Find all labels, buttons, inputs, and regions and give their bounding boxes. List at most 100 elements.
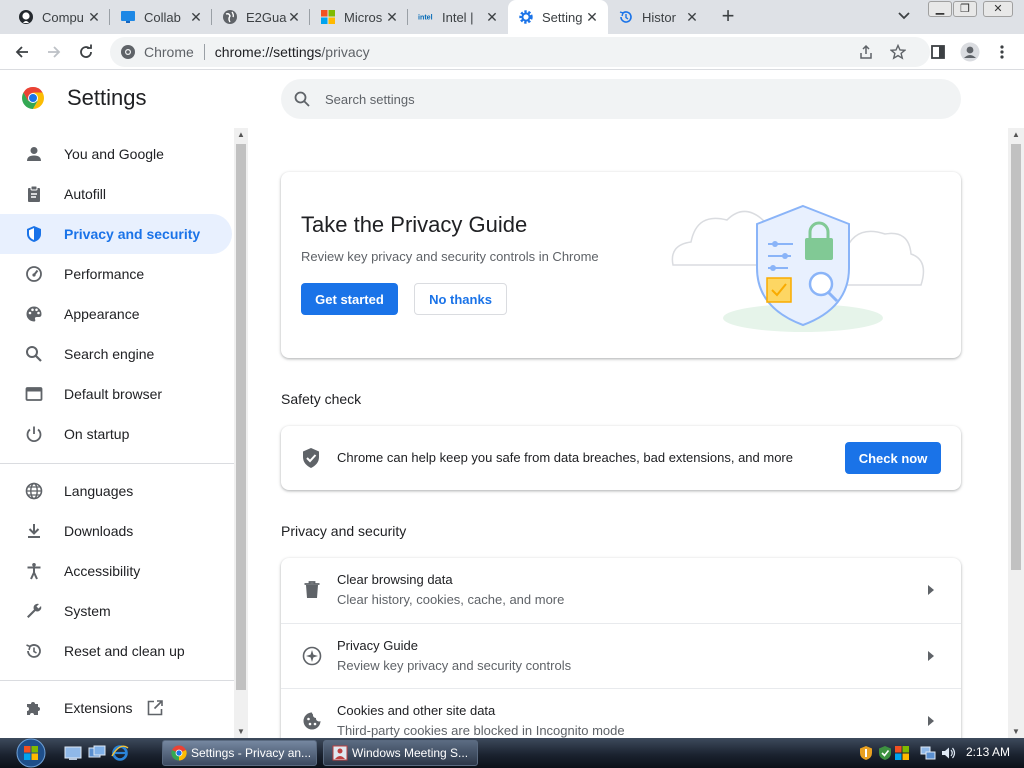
search-input[interactable] xyxy=(325,91,925,107)
taskbar-chrome-button[interactable]: Settings - Privacy an... xyxy=(162,740,317,766)
side-panel-icon xyxy=(931,45,945,59)
menu-button[interactable] xyxy=(990,40,1014,64)
sidebar-item-label: On startup xyxy=(64,426,130,442)
url-text: chrome://settings/privacy xyxy=(215,44,370,60)
settings-search[interactable] xyxy=(281,79,961,119)
privacy-section-heading: Privacy and security xyxy=(281,523,407,539)
volume-tray-icon[interactable] xyxy=(940,745,956,761)
close-tab-icon[interactable]: ✕ xyxy=(286,9,302,25)
start-button[interactable] xyxy=(10,738,52,768)
switch-windows-icon[interactable] xyxy=(88,744,106,762)
scroll-up-icon[interactable]: ▲ xyxy=(1012,130,1020,139)
tab-history[interactable]: Histor ✕ xyxy=(608,0,708,34)
sidebar-item-system[interactable]: System xyxy=(0,591,232,631)
close-tab-icon[interactable]: ✕ xyxy=(484,9,500,25)
tab-title: Setting xyxy=(542,9,583,25)
scrollbar-thumb[interactable] xyxy=(1011,144,1021,570)
tab-title: Collab xyxy=(144,9,181,25)
sidebar-item-extensions[interactable]: Extensions xyxy=(0,688,232,728)
bookmark-button[interactable] xyxy=(886,40,910,64)
sidebar-item-search-engine[interactable]: Search engine xyxy=(0,334,232,374)
close-tab-icon[interactable]: ✕ xyxy=(584,9,600,25)
sidebar-item-languages[interactable]: Languages xyxy=(0,471,232,511)
tab-microsoft[interactable]: Micros ✕ xyxy=(310,0,408,34)
arrow-right-icon xyxy=(925,648,937,664)
sidebar-item-you-and-google[interactable]: You and Google xyxy=(0,134,232,174)
close-tab-icon[interactable]: ✕ xyxy=(86,9,102,25)
main-scrollbar[interactable]: ▲ ▼ xyxy=(1008,128,1024,738)
tab-collab[interactable]: Collab ✕ xyxy=(110,0,212,34)
new-tab-button[interactable]: + xyxy=(716,5,740,29)
get-started-button[interactable]: Get started xyxy=(301,283,398,315)
no-thanks-button[interactable]: No thanks xyxy=(414,283,507,315)
tab-e2guardian[interactable]: E2Gua ✕ xyxy=(212,0,310,34)
privacy-guide-illustration xyxy=(671,204,925,332)
privacy-guide-row[interactable]: Privacy Guide Review key privacy and sec… xyxy=(281,623,961,688)
maximize-button[interactable]: ❐ xyxy=(953,1,977,17)
sidebar-item-appearance[interactable]: Appearance xyxy=(0,294,232,334)
more-vert-icon xyxy=(1000,45,1004,59)
site-info[interactable]: Chrome xyxy=(120,44,194,60)
share-button[interactable] xyxy=(854,40,878,64)
internet-explorer-icon[interactable] xyxy=(111,744,129,762)
sidebar-item-label: Languages xyxy=(64,483,134,499)
open-in-new-icon xyxy=(146,699,164,717)
close-window-button[interactable]: ✕ xyxy=(983,1,1013,17)
shield-icon xyxy=(24,224,44,244)
scroll-down-icon[interactable]: ▼ xyxy=(1012,727,1020,736)
close-tab-icon[interactable]: ✕ xyxy=(684,9,700,25)
tab-github[interactable]: Compu ✕ xyxy=(8,0,110,34)
back-button[interactable] xyxy=(10,40,34,64)
reload-button[interactable] xyxy=(74,40,98,64)
privacy-guide-description: Review key privacy and security controls… xyxy=(301,249,599,264)
side-panel-button[interactable] xyxy=(926,40,950,64)
network-tray-icon[interactable] xyxy=(920,745,936,761)
close-tab-icon[interactable]: ✕ xyxy=(384,9,400,25)
privacy-guide-card: Take the Privacy Guide Review key privac… xyxy=(281,172,961,358)
sidebar-item-downloads[interactable]: Downloads xyxy=(0,511,232,551)
tab-title: Histor xyxy=(642,9,676,25)
minimize-button[interactable]: ▁ xyxy=(928,1,952,17)
safety-check-heading: Safety check xyxy=(281,391,362,407)
scrollbar-thumb[interactable] xyxy=(236,144,246,690)
sidebar-item-performance[interactable]: Performance xyxy=(0,254,232,294)
tab-intel[interactable]: intel Intel | ✕ xyxy=(408,0,508,34)
sidebar-item-reset-and-clean-up[interactable]: Reset and clean up xyxy=(0,631,232,671)
taskbar-clock[interactable]: 2:13 AM xyxy=(966,745,1010,759)
sidebar-item-accessibility[interactable]: Accessibility xyxy=(0,551,232,591)
close-tab-icon[interactable]: ✕ xyxy=(188,9,204,25)
sidebar-item-privacy-and-security[interactable]: Privacy and security xyxy=(0,214,232,254)
tab-settings[interactable]: Setting ✕ xyxy=(508,0,608,34)
security-shield-tray-icon[interactable] xyxy=(858,745,874,761)
forward-button[interactable] xyxy=(42,40,66,64)
show-desktop-icon[interactable] xyxy=(64,744,82,762)
sidebar-item-label: Extensions xyxy=(64,700,133,716)
defender-tray-icon[interactable] xyxy=(877,745,893,761)
sidebar-item-autofill[interactable]: Autofill xyxy=(0,174,232,214)
windows-taskbar: Settings - Privacy an... Windows Meeting… xyxy=(0,738,1024,768)
scroll-up-icon[interactable]: ▲ xyxy=(237,130,245,139)
safety-check-card: Chrome can help keep you safe from data … xyxy=(281,426,961,490)
sidebar-item-label: Downloads xyxy=(64,523,134,539)
row-subtitle: Clear history, cookies, cache, and more xyxy=(337,592,565,607)
clear-browsing-data-row[interactable]: Clear browsing data Clear history, cooki… xyxy=(281,558,961,623)
address-bar[interactable]: Chrome chrome://settings/privacy xyxy=(110,37,930,67)
taskbar-meeting-button[interactable]: Windows Meeting S... xyxy=(323,740,478,766)
sidebar-item-on-startup[interactable]: On startup xyxy=(0,414,232,454)
tab-title: Micros xyxy=(344,9,383,25)
scroll-down-icon[interactable]: ▼ xyxy=(237,727,245,736)
check-now-button[interactable]: Check now xyxy=(845,442,941,474)
sidebar-scrollbar[interactable]: ▲ ▼ xyxy=(234,128,248,738)
row-title: Cookies and other site data xyxy=(337,703,496,718)
sidebar-item-default-browser[interactable]: Default browser xyxy=(0,374,232,414)
sidebar-item-label: Search engine xyxy=(64,346,155,362)
accessibility-icon xyxy=(24,561,44,581)
monitor-icon xyxy=(120,9,136,25)
url-host: chrome://settings xyxy=(214,44,322,60)
taskbar-button-label: Settings - Privacy an... xyxy=(191,746,312,760)
arrow-right-icon xyxy=(925,582,937,598)
windows-flag-tray-icon[interactable] xyxy=(894,745,910,761)
profile-button[interactable] xyxy=(958,40,982,64)
tab-search-button[interactable] xyxy=(894,8,914,26)
chevron-down-icon xyxy=(898,12,910,20)
